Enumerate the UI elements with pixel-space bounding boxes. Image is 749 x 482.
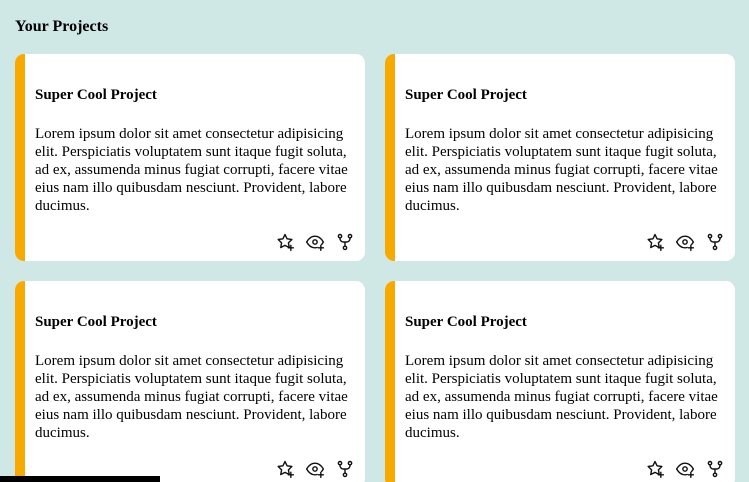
star-plus-icon[interactable] (644, 231, 666, 253)
project-card: Super Cool Project Lorem ipsum dolor sit… (385, 54, 735, 261)
project-card: Super Cool Project Lorem ipsum dolor sit… (385, 281, 735, 482)
card-accent-bar (385, 54, 395, 261)
project-actions (274, 231, 356, 253)
project-actions (644, 231, 726, 253)
card-accent-bar (15, 281, 25, 482)
project-card: Super Cool Project Lorem ipsum dolor sit… (15, 281, 365, 482)
projects-page: Your Projects Super Cool Project Lorem i… (0, 0, 749, 482)
eye-plus-icon[interactable] (674, 458, 696, 480)
project-card: Super Cool Project Lorem ipsum dolor sit… (15, 54, 365, 261)
fork-icon[interactable] (704, 231, 726, 253)
project-description: Lorem ipsum dolor sit amet consectetur a… (405, 353, 718, 441)
star-plus-icon[interactable] (274, 458, 296, 480)
project-title: Super Cool Project (405, 314, 527, 330)
fork-icon[interactable] (334, 458, 356, 480)
project-card-grid: Super Cool Project Lorem ipsum dolor sit… (15, 54, 735, 482)
fork-icon[interactable] (704, 458, 726, 480)
star-plus-icon[interactable] (644, 458, 666, 480)
eye-plus-icon[interactable] (304, 231, 326, 253)
project-actions (274, 458, 356, 480)
project-actions (644, 458, 726, 480)
eye-plus-icon[interactable] (304, 458, 326, 480)
eye-plus-icon[interactable] (674, 231, 696, 253)
card-accent-bar (15, 54, 25, 261)
project-title: Super Cool Project (35, 314, 157, 330)
horizontal-scrollbar[interactable] (0, 476, 160, 482)
star-plus-icon[interactable] (274, 231, 296, 253)
project-description: Lorem ipsum dolor sit amet consectetur a… (35, 353, 348, 441)
fork-icon[interactable] (334, 231, 356, 253)
section-title: Your Projects (15, 18, 109, 35)
project-title: Super Cool Project (405, 87, 527, 103)
project-description: Lorem ipsum dolor sit amet consectetur a… (405, 126, 718, 214)
project-description: Lorem ipsum dolor sit amet consectetur a… (35, 126, 348, 214)
project-title: Super Cool Project (35, 87, 157, 103)
card-accent-bar (385, 281, 395, 482)
